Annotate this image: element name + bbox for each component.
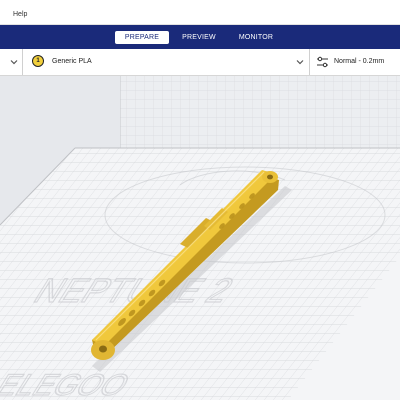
material-dropdown-chevron-icon[interactable] <box>295 57 305 67</box>
extruder-badge-icon: 1 <box>32 55 44 67</box>
3d-viewport[interactable]: NEPTUNE 2 ELEGOO <box>0 76 400 400</box>
back-wall <box>120 76 400 148</box>
tab-monitor[interactable]: MONITOR <box>232 31 280 44</box>
sliders-icon <box>317 56 328 68</box>
print-profile-label: Normal - 0.2mm <box>334 58 385 65</box>
plate-brand-text: ELEGOO <box>0 368 137 400</box>
material-name: Generic PLA <box>52 58 92 65</box>
toolbar-divider <box>309 49 310 75</box>
menu-help[interactable]: Help <box>13 11 27 18</box>
toolbar-divider <box>22 49 23 75</box>
menu-bar: Help <box>0 0 400 25</box>
printer-dropdown-chevron-icon[interactable] <box>9 57 19 67</box>
stage-bar: PREPARE PREVIEW MONITOR <box>0 25 400 49</box>
tab-prepare[interactable]: PREPARE <box>115 31 169 44</box>
settings-toolbar: 1 Generic PLA Normal - 0.2mm <box>0 49 400 76</box>
tab-preview[interactable]: PREVIEW <box>176 31 222 44</box>
